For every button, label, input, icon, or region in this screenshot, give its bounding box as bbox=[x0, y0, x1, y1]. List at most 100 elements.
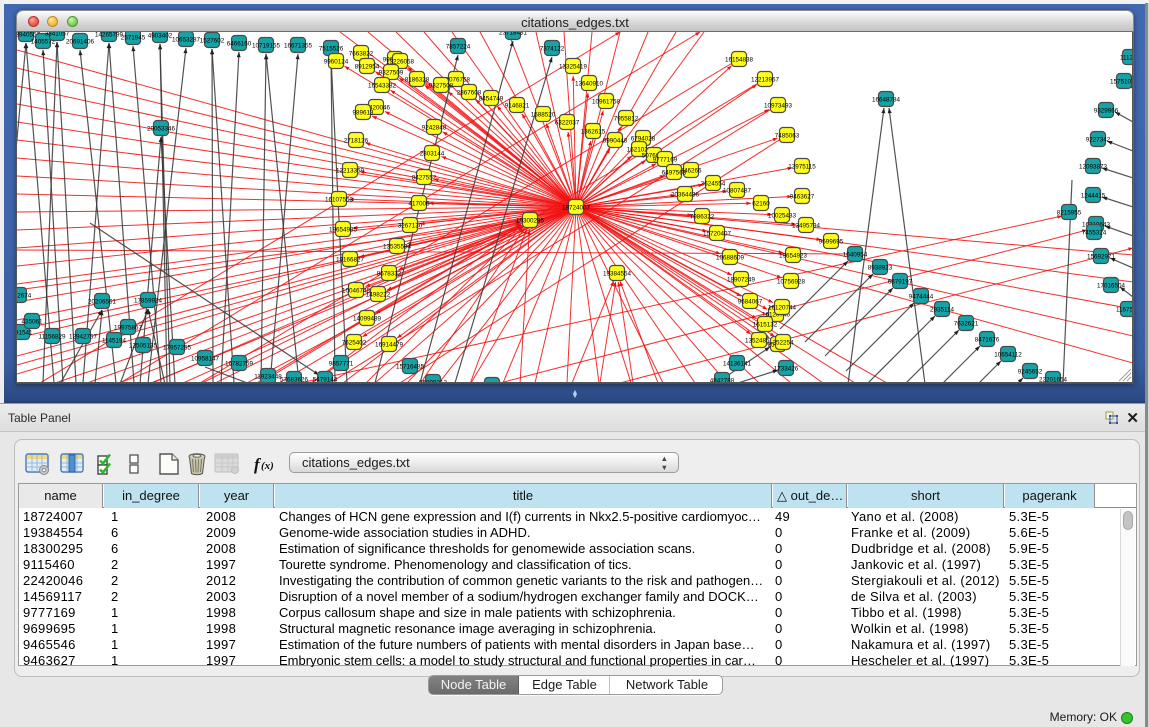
svg-text:7663822: 7663822 bbox=[349, 51, 374, 58]
svg-text:19300295: 19300295 bbox=[516, 218, 545, 225]
svg-text:7857224: 7857224 bbox=[446, 44, 471, 51]
svg-text:1167533: 1167533 bbox=[1116, 307, 1133, 314]
svg-text:18724007: 18724007 bbox=[562, 205, 591, 212]
svg-text:13535594: 13535594 bbox=[383, 244, 412, 251]
svg-text:8454749: 8454749 bbox=[479, 96, 504, 103]
svg-text:9699695: 9699695 bbox=[819, 239, 844, 246]
svg-text:19166827: 19166827 bbox=[336, 257, 365, 264]
svg-text:15720407: 15720407 bbox=[703, 231, 732, 238]
svg-text:3341057: 3341057 bbox=[45, 32, 70, 38]
svg-text:6322037: 6322037 bbox=[555, 120, 580, 127]
svg-text:4842788: 4842788 bbox=[710, 378, 735, 384]
svg-text:6497568: 6497568 bbox=[662, 170, 687, 177]
svg-text:989613: 989613 bbox=[352, 110, 374, 117]
svg-text:20364436: 20364436 bbox=[671, 192, 700, 199]
svg-text:252254: 252254 bbox=[772, 340, 794, 347]
svg-text:16543382: 16543382 bbox=[368, 83, 397, 90]
svg-text:7455324: 7455324 bbox=[1082, 230, 1107, 237]
svg-text:9245652: 9245652 bbox=[1018, 369, 1043, 376]
svg-text:9146821: 9146821 bbox=[505, 103, 530, 110]
svg-text:9777169: 9777169 bbox=[653, 157, 678, 164]
svg-text:391541: 391541 bbox=[17, 330, 33, 337]
svg-text:3267130: 3267130 bbox=[398, 223, 423, 230]
svg-text:16120744: 16120744 bbox=[768, 305, 797, 312]
svg-text:9960124: 9960124 bbox=[324, 59, 349, 66]
svg-text:1615132: 1615132 bbox=[753, 322, 778, 329]
svg-text:17016504: 17016504 bbox=[1097, 283, 1126, 290]
svg-text:417006: 417006 bbox=[408, 201, 430, 208]
svg-text:8427552: 8427552 bbox=[412, 175, 437, 182]
svg-text:10961758: 10961758 bbox=[592, 99, 621, 106]
svg-text:5479144: 5479144 bbox=[313, 377, 338, 384]
svg-text:15716485: 15716485 bbox=[396, 364, 425, 371]
svg-text:10653287: 10653287 bbox=[172, 37, 201, 44]
svg-text:17859924: 17859924 bbox=[134, 298, 163, 305]
svg-text:8678332: 8678332 bbox=[377, 271, 402, 278]
svg-text:10025433: 10025433 bbox=[768, 213, 797, 220]
svg-text:7515526: 7515526 bbox=[319, 46, 344, 53]
svg-text:9329966: 9329966 bbox=[1094, 108, 1119, 115]
svg-text:2935114: 2935114 bbox=[930, 307, 955, 314]
svg-text:3624554: 3624554 bbox=[701, 181, 726, 188]
svg-text:23718431: 23718431 bbox=[499, 32, 528, 37]
svg-text:16154838: 16154838 bbox=[725, 57, 754, 64]
svg-text:12093873: 12093873 bbox=[1079, 164, 1108, 171]
svg-text:2571945: 2571945 bbox=[121, 35, 146, 42]
svg-text:8938923: 8938923 bbox=[868, 265, 893, 272]
svg-text:8215955: 8215955 bbox=[1057, 210, 1082, 217]
svg-text:10973493: 10973493 bbox=[764, 103, 793, 110]
svg-text:1527602: 1527602 bbox=[200, 38, 225, 45]
svg-text:16782759: 16782759 bbox=[225, 361, 254, 368]
svg-text:1733426: 1733426 bbox=[774, 366, 799, 373]
svg-text:2718126: 2718126 bbox=[344, 138, 369, 145]
svg-text:9242848: 9242848 bbox=[422, 125, 447, 132]
svg-text:19975867: 19975867 bbox=[114, 325, 143, 332]
svg-text:2803144: 2803144 bbox=[420, 151, 445, 158]
svg-text:8186328: 8186328 bbox=[405, 77, 430, 84]
svg-text:14265799: 14265799 bbox=[95, 32, 124, 39]
svg-text:9857771: 9857771 bbox=[329, 361, 354, 368]
svg-text:7632621: 7632621 bbox=[954, 321, 979, 328]
svg-text:62160: 62160 bbox=[752, 201, 770, 208]
svg-text:10719155: 10719155 bbox=[252, 43, 281, 50]
svg-text:12213369: 12213369 bbox=[336, 168, 365, 175]
svg-text:95899313: 95899313 bbox=[419, 380, 448, 384]
svg-text:12942757: 12942757 bbox=[69, 334, 98, 341]
svg-text:13325419: 13325419 bbox=[559, 64, 588, 71]
svg-text:16914479: 16914479 bbox=[375, 342, 404, 349]
svg-text:9474444: 9474444 bbox=[909, 294, 934, 301]
svg-text:10756928: 10756928 bbox=[777, 279, 806, 286]
svg-text:12505135: 12505135 bbox=[129, 343, 158, 350]
svg-text:15692971: 15692971 bbox=[1087, 254, 1116, 261]
svg-text:16107553: 16107553 bbox=[325, 197, 354, 204]
svg-text:13495794: 13495794 bbox=[792, 223, 821, 230]
svg-text:14099489: 14099489 bbox=[353, 316, 382, 323]
svg-text:(x): (x) bbox=[261, 460, 274, 472]
svg-text:14136141: 14136141 bbox=[723, 361, 752, 368]
svg-text:9463627: 9463627 bbox=[790, 194, 815, 201]
svg-text:19384554: 19384554 bbox=[603, 271, 632, 278]
svg-text:11923448: 11923448 bbox=[254, 374, 282, 381]
svg-text:29053346: 29053346 bbox=[147, 126, 176, 133]
svg-text:10688609: 10688609 bbox=[716, 255, 745, 262]
svg-text:8912954: 8912954 bbox=[355, 64, 380, 71]
svg-text:20206561: 20206561 bbox=[88, 299, 117, 306]
svg-text:22201654: 22201654 bbox=[1039, 377, 1068, 384]
svg-text:13640910: 13640910 bbox=[575, 81, 604, 88]
svg-text:7022674: 7022674 bbox=[17, 293, 32, 300]
svg-text:9327509: 9327509 bbox=[379, 70, 404, 77]
svg-text:1640954: 1640954 bbox=[843, 252, 868, 259]
svg-text:1588520: 1588520 bbox=[531, 112, 556, 119]
svg-text:8990448: 8990448 bbox=[603, 138, 628, 145]
svg-text:6440561: 6440561 bbox=[480, 383, 505, 384]
svg-text:9327508: 9327508 bbox=[429, 83, 454, 90]
svg-text:6879197: 6879197 bbox=[888, 279, 913, 286]
svg-text:19654985: 19654985 bbox=[329, 227, 358, 234]
svg-text:10654112: 10654112 bbox=[994, 352, 1022, 359]
svg-text:9684067: 9684067 bbox=[738, 299, 763, 306]
svg-text:15751074: 15751074 bbox=[1110, 79, 1133, 86]
svg-text:7485063: 7485063 bbox=[775, 133, 800, 140]
svg-text:17957255: 17957255 bbox=[163, 345, 192, 352]
svg-text:7374122: 7374122 bbox=[540, 46, 565, 53]
svg-text:10958147: 10958147 bbox=[191, 356, 220, 363]
